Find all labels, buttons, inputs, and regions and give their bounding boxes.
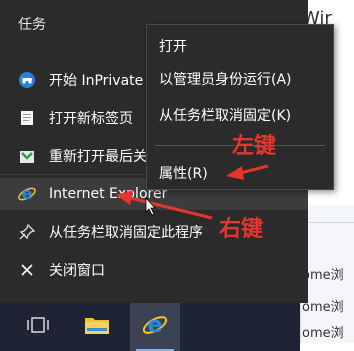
reopen-session-icon <box>17 146 37 166</box>
background-row-2: ome浏 <box>302 300 344 315</box>
context-menu: 打开 以管理员身份运行(A) 从任务栏取消固定(K) 属性(R) <box>146 24 334 190</box>
svg-text:e: e <box>22 184 33 203</box>
jump-list-item-label: 打开新标签页 <box>49 111 133 127</box>
background-row-3: ome浏 <box>302 326 344 341</box>
task-view-icon <box>26 316 50 338</box>
jump-list-item-label: 从任务栏取消固定此程序 <box>49 225 203 241</box>
background-divider <box>300 222 354 223</box>
context-menu-unpin[interactable]: 从任务栏取消固定(K) <box>159 105 291 125</box>
context-menu-properties[interactable]: 属性(R) <box>159 163 208 183</box>
ie-icon: e <box>17 184 37 204</box>
taskbar: e <box>0 303 300 351</box>
internet-explorer-taskbar-button[interactable]: e <box>130 303 180 351</box>
context-menu-run-as-admin[interactable]: 以管理员身份运行(A) <box>159 69 292 89</box>
svg-text:e: e <box>148 313 163 338</box>
unpin-icon <box>17 222 37 242</box>
task-view-button[interactable] <box>16 303 60 351</box>
ie-icon: e <box>141 311 169 343</box>
jump-list-header: 任务 <box>18 17 46 33</box>
file-explorer-button[interactable] <box>74 303 120 351</box>
new-tab-icon <box>17 108 37 128</box>
jump-list-item-close-window[interactable]: 关闭窗口 <box>0 254 308 286</box>
close-icon <box>17 260 37 280</box>
jump-list-item-label: 关闭窗口 <box>49 263 105 279</box>
folder-icon <box>84 314 110 340</box>
left-click-annotation: 左键 <box>232 134 277 159</box>
inprivate-icon <box>17 70 37 90</box>
right-click-annotation: 右键 <box>219 217 264 242</box>
context-menu-open[interactable]: 打开 <box>159 36 187 56</box>
background-row-1: ome浏 <box>302 268 344 283</box>
